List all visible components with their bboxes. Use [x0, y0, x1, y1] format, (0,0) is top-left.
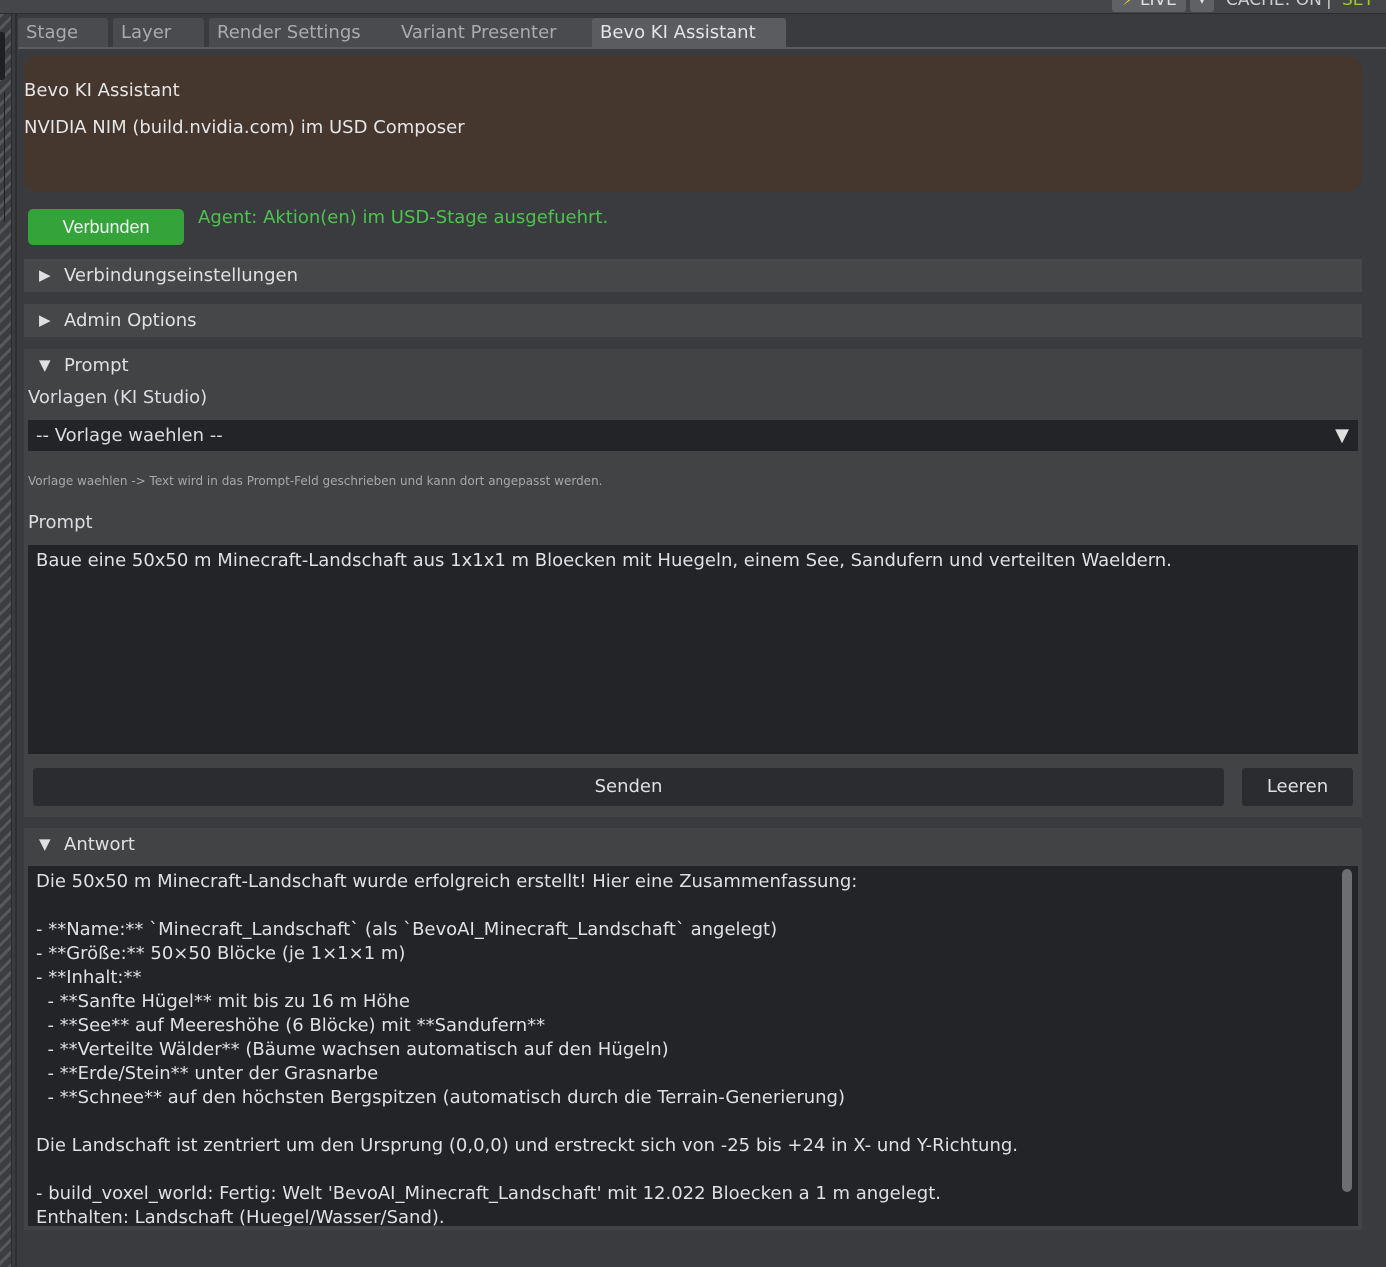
- status-separator: |: [1326, 0, 1332, 10]
- lightning-icon: ⚡: [1122, 0, 1134, 10]
- section-title: Verbindungseinstellungen: [64, 265, 298, 286]
- dock-grip-outline: [0, 92, 5, 222]
- answer-line: - **Inhalt:**: [36, 967, 142, 988]
- section-title: Prompt: [64, 355, 129, 376]
- dock-grip[interactable]: [0, 32, 5, 80]
- status-strip: ⚡ LIVE ▾ CACHE: ON | SET: [0, 0, 1386, 14]
- live-dropdown-chevron-icon[interactable]: ▾: [1190, 0, 1214, 12]
- answer-line: - **Schnee** auf den höchsten Bergspitze…: [36, 1087, 845, 1108]
- answer-line: Enthalten: Landschaft (Huegel/Wasser/San…: [36, 1207, 445, 1226]
- answer-line: - **Größe:** 50×50 Blöcke (je 1×1×1 m): [36, 943, 406, 964]
- info-banner: Bevo KI Assistant NVIDIA NIM (build.nvid…: [24, 56, 1362, 192]
- expand-arrow-icon: ▶: [39, 266, 51, 284]
- set-status: SET: [1342, 0, 1374, 10]
- left-dock-handle[interactable]: [0, 14, 12, 1267]
- send-button[interactable]: Senden: [33, 768, 1224, 806]
- prompt-textarea[interactable]: Baue eine 50x50 m Minecraft-Landschaft a…: [28, 545, 1358, 754]
- collapse-arrow-icon: ▼: [39, 835, 51, 853]
- connected-button[interactable]: Verbunden: [28, 209, 184, 245]
- template-hint: Vorlage waehlen -> Text wird in das Prom…: [28, 474, 603, 488]
- dropdown-arrow-icon[interactable]: ▼: [1326, 420, 1358, 451]
- section-answer[interactable]: ▼ Antwort: [24, 828, 1362, 861]
- live-button[interactable]: ⚡ LIVE: [1112, 0, 1186, 12]
- answer-line: - **Sanfte Hügel** mit bis zu 16 m Höhe: [36, 991, 410, 1012]
- section-admin-options[interactable]: ▶ Admin Options: [24, 304, 1362, 337]
- answer-line: Die 50x50 m Minecraft-Landschaft wurde e…: [36, 871, 858, 892]
- section-title: Admin Options: [64, 310, 197, 331]
- templates-label: Vorlagen (KI Studio): [28, 387, 208, 408]
- agent-status-text: Agent: Aktion(en) im USD-Stage ausgefueh…: [198, 207, 609, 228]
- clear-button[interactable]: Leeren: [1242, 768, 1353, 806]
- collapse-arrow-icon: ▼: [39, 356, 51, 374]
- answer-line: - **See** auf Meereshöhe (6 Blöcke) mit …: [36, 1015, 546, 1036]
- panel-divider[interactable]: [15, 14, 17, 1267]
- answer-line: - **Verteilte Wälder** (Bäume wachsen au…: [36, 1039, 669, 1060]
- answer-scrollbar[interactable]: [1342, 869, 1352, 1192]
- tab-stage[interactable]: Stage: [18, 18, 108, 48]
- tab-bevo-ki-assistant[interactable]: Bevo KI Assistant: [592, 18, 786, 48]
- template-select[interactable]: -- Vorlage waehlen -- ▼: [28, 420, 1358, 451]
- tab-render-settings[interactable]: Render Settings: [209, 18, 406, 48]
- tab-underline: [18, 47, 1386, 49]
- answer-textarea[interactable]: Die 50x50 m Minecraft-Landschaft wurde e…: [28, 866, 1358, 1226]
- expand-arrow-icon: ▶: [39, 311, 51, 329]
- section-connection-settings[interactable]: ▶ Verbindungseinstellungen: [24, 259, 1362, 292]
- prompt-label: Prompt: [28, 512, 93, 533]
- section-prompt[interactable]: ▼ Prompt: [24, 349, 1362, 382]
- assistant-title: Bevo KI Assistant: [24, 80, 180, 101]
- answer-line: - **Name:** `Minecraft_Landschaft` (als …: [36, 919, 778, 940]
- section-title: Antwort: [64, 834, 135, 855]
- template-selected-value: -- Vorlage waehlen --: [36, 425, 223, 446]
- tab-layer[interactable]: Layer: [113, 18, 204, 48]
- answer-line: - build_voxel_world: Fertig: Welt 'BevoA…: [36, 1183, 941, 1204]
- assistant-subtitle: NVIDIA NIM (build.nvidia.com) im USD Com…: [24, 117, 465, 138]
- tab-bar: Stage Layer Render Settings Variant Pres…: [18, 18, 1386, 48]
- live-label: LIVE: [1140, 0, 1177, 10]
- tab-variant-presenter[interactable]: Variant Presenter: [393, 18, 606, 48]
- cache-status: CACHE: ON: [1226, 0, 1322, 10]
- answer-line: - **Erde/Stein** unter der Grasnarbe: [36, 1063, 379, 1084]
- answer-line: Die Landschaft ist zentriert um den Ursp…: [36, 1135, 1019, 1156]
